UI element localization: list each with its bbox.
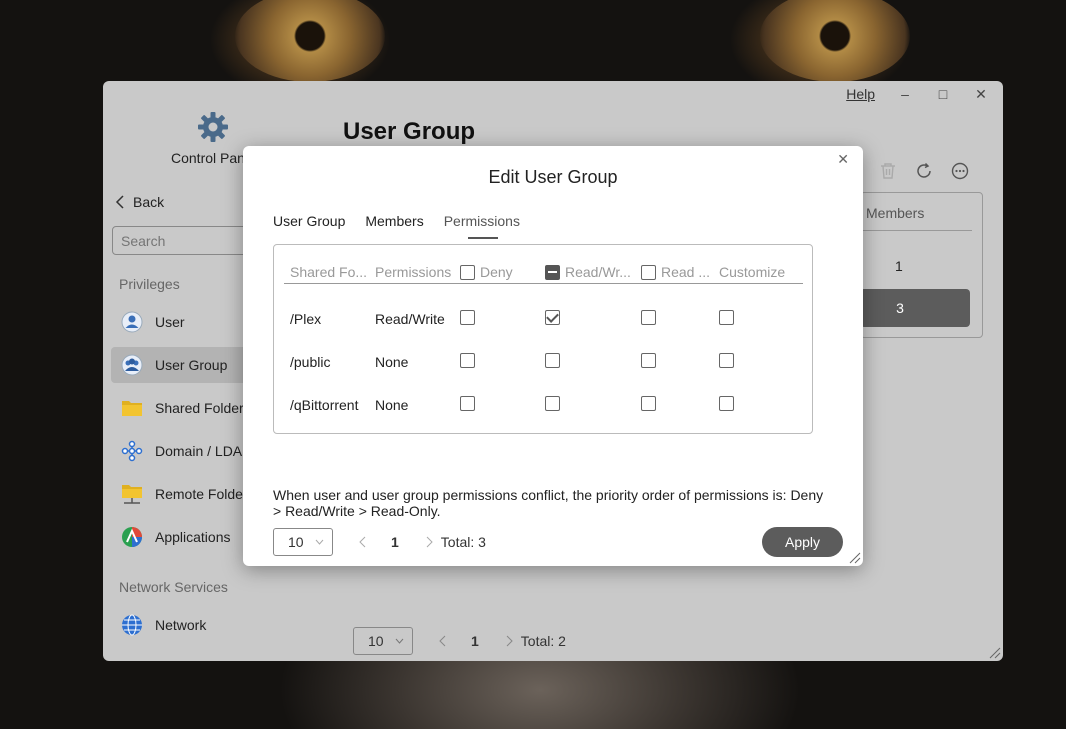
table-row[interactable]: 1 — [895, 258, 903, 274]
user-icon — [121, 311, 143, 333]
tab-user-group[interactable]: User Group — [273, 213, 345, 237]
header-read-only-label: Read ... — [661, 264, 711, 280]
background-eye-left — [235, 0, 385, 82]
folder-icon — [121, 397, 143, 419]
section-privileges: Privileges — [119, 276, 180, 292]
back-button[interactable]: Back — [115, 194, 164, 210]
read-write-all-checkbox[interactable] — [545, 264, 560, 280]
dialog-close-icon[interactable]: ✕ — [837, 151, 849, 168]
table-header-divider — [860, 230, 972, 231]
background-eye-right — [760, 0, 910, 82]
sidebar-item-label: User — [155, 314, 185, 330]
table-header-divider — [284, 283, 803, 284]
sidebar-item-label: User Group — [155, 357, 228, 373]
apply-button[interactable]: Apply — [762, 527, 843, 557]
sidebar-item-label: Applications — [155, 529, 231, 545]
permission-value: None — [375, 397, 409, 413]
help-link[interactable]: Help — [846, 86, 875, 102]
applications-icon — [121, 526, 143, 548]
next-page-icon[interactable] — [425, 536, 433, 548]
window-controls: Help – □ ✕ — [846, 86, 989, 102]
chevron-down-icon — [395, 638, 404, 644]
read-write-checkbox[interactable] — [545, 310, 560, 325]
table-row-selected[interactable]: 3 — [860, 289, 970, 327]
toolbar — [879, 162, 969, 180]
header-deny-label: Deny — [480, 264, 513, 280]
next-page-icon[interactable] — [505, 635, 513, 647]
prev-page-icon[interactable] — [439, 635, 447, 647]
permission-priority-note: When user and user group permissions con… — [273, 487, 824, 519]
gear-icon — [198, 112, 228, 142]
remote-folder-icon — [121, 483, 143, 505]
permissions-table: Shared Fo... Permissions Deny Read/Wr...… — [273, 244, 813, 434]
current-page: 1 — [391, 534, 399, 550]
deny-checkbox[interactable] — [460, 353, 475, 368]
sidebar-item-network[interactable]: Network — [111, 607, 341, 643]
header-read-only[interactable]: Read ... — [641, 264, 710, 280]
chevron-down-icon — [315, 539, 324, 545]
folder-name: /Plex — [290, 311, 322, 327]
user-group-icon — [121, 354, 143, 376]
dialog-pagination: 10 1 Total: 3 — [273, 528, 486, 556]
header-permissions[interactable]: Permissions — [375, 264, 451, 280]
resize-handle-icon[interactable] — [849, 552, 861, 564]
back-label: Back — [133, 194, 165, 210]
permission-value: Read/Write — [375, 311, 445, 327]
header-read-write-label: Read/Wr... — [565, 264, 631, 280]
members-column-header[interactable]: Members — [866, 205, 924, 221]
page-size-value: 10 — [288, 534, 304, 550]
page-size-select[interactable]: 10 — [273, 528, 333, 556]
folder-name: /public — [290, 354, 331, 370]
members-count: 3 — [896, 300, 904, 316]
tab-permissions[interactable]: Permissions — [444, 213, 520, 239]
sidebar-item-label: Shared Folders — [155, 400, 251, 416]
read-write-checkbox[interactable] — [545, 396, 560, 411]
page-size-select[interactable]: 10 — [353, 627, 413, 655]
deny-checkbox[interactable] — [460, 396, 475, 411]
sidebar-item-label: Remote Folders — [155, 486, 255, 502]
dialog-tabs: User Group Members Permissions — [273, 213, 520, 239]
read-only-checkbox[interactable] — [641, 310, 656, 325]
sidebar-item-label: Domain / LDAP — [155, 443, 252, 459]
prev-page-icon[interactable] — [359, 536, 367, 548]
sidebar-item-label: Network — [155, 617, 207, 633]
customize-checkbox[interactable] — [719, 353, 734, 368]
read-write-checkbox[interactable] — [545, 353, 560, 368]
read-only-checkbox[interactable] — [641, 396, 656, 411]
section-network-services: Network Services — [119, 579, 228, 595]
page-title: User Group — [343, 118, 476, 145]
customize-checkbox[interactable] — [719, 310, 734, 325]
customize-checkbox[interactable] — [719, 396, 734, 411]
header-deny[interactable]: Deny — [460, 264, 513, 280]
total-count: Total: 3 — [440, 534, 486, 550]
more-options-icon[interactable] — [951, 162, 969, 180]
close-icon[interactable]: ✕ — [973, 87, 989, 101]
header-customize[interactable]: Customize — [719, 264, 785, 280]
maximize-icon[interactable]: □ — [935, 87, 951, 101]
network-icon — [121, 614, 143, 636]
read-only-checkbox[interactable] — [641, 353, 656, 368]
tab-members[interactable]: Members — [365, 213, 423, 237]
minimize-icon[interactable]: – — [897, 87, 913, 101]
deny-all-checkbox[interactable] — [460, 264, 475, 280]
current-page: 1 — [471, 633, 479, 649]
read-only-all-checkbox[interactable] — [641, 264, 656, 280]
chevron-left-icon — [115, 195, 124, 209]
trash-icon[interactable] — [879, 162, 897, 180]
resize-handle-icon[interactable] — [989, 647, 1001, 659]
permission-value: None — [375, 354, 409, 370]
dialog-title: Edit User Group — [488, 167, 618, 187]
page-size-value: 10 — [368, 633, 384, 649]
deny-checkbox[interactable] — [460, 310, 475, 325]
header-read-write[interactable]: Read/Wr... — [545, 264, 631, 280]
domain-icon — [121, 440, 143, 462]
refresh-icon[interactable] — [915, 162, 933, 180]
total-count: Total: 2 — [520, 633, 566, 649]
edit-user-group-dialog: ✕ Edit User Group User Group Members Per… — [243, 146, 863, 566]
folder-name: /qBittorrent — [290, 397, 359, 413]
header-shared-folder[interactable]: Shared Fo... — [290, 264, 367, 280]
main-pagination: 10 1 Total: 2 — [353, 627, 566, 655]
